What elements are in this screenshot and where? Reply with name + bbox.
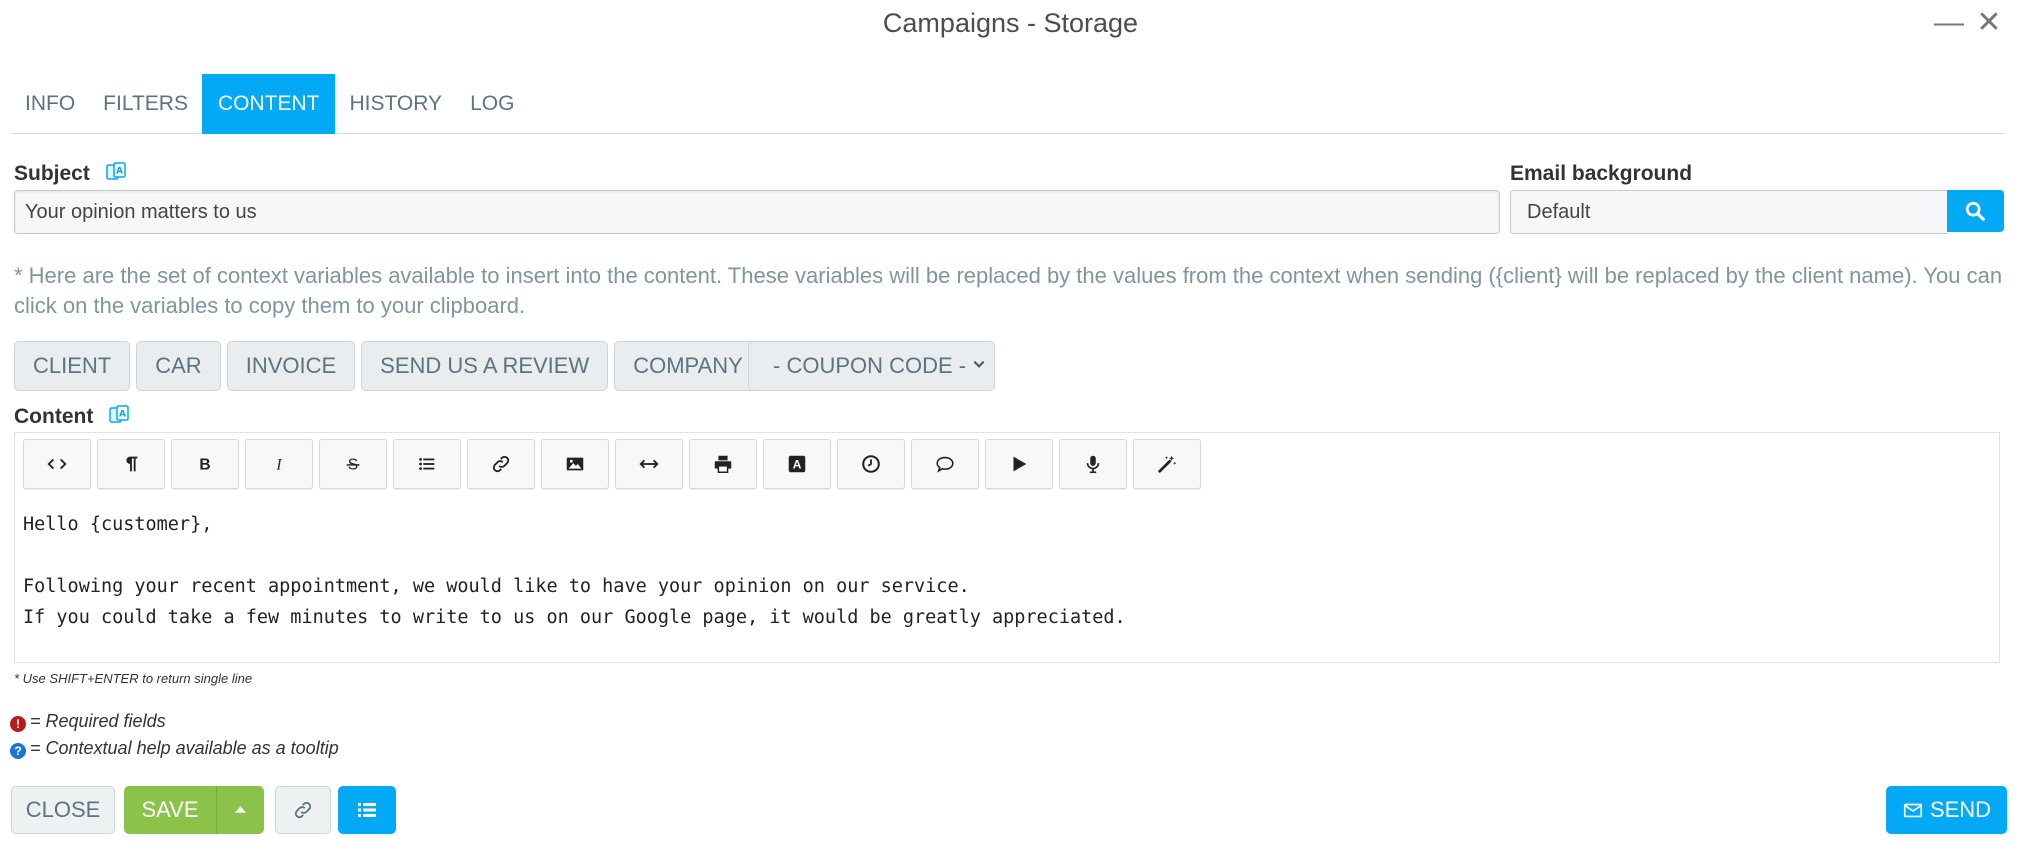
bold-button[interactable]: B <box>171 439 239 489</box>
required-icon: ! <box>10 716 26 732</box>
comment-button[interactable] <box>911 439 979 489</box>
coupon-code-value: - COUPON CODE - <box>773 353 967 378</box>
save-options-button[interactable] <box>216 786 264 834</box>
email-background-label: Email background <box>1510 162 1693 185</box>
send-button-label: SEND <box>1929 797 1992 822</box>
paragraph-button[interactable] <box>97 439 165 489</box>
variable-client-button[interactable]: CLIENT <box>14 341 131 391</box>
play-button[interactable] <box>985 439 1053 489</box>
chevron-down-icon <box>972 342 986 390</box>
close-button[interactable]: CLOSE <box>11 786 115 834</box>
legend-required-text: = Required fields <box>30 711 166 731</box>
svg-text:A: A <box>793 458 802 472</box>
italic-button[interactable]: I <box>245 439 313 489</box>
play-icon <box>1013 456 1027 472</box>
microphone-button[interactable] <box>1059 439 1127 489</box>
clock-button[interactable] <box>837 439 905 489</box>
variable-invoice-button[interactable]: INVOICE <box>226 341 356 391</box>
subject-input[interactable] <box>14 190 1500 234</box>
strikethrough-icon: S <box>346 457 360 474</box>
magic-wand-icon <box>1158 455 1177 473</box>
font-button[interactable]: A <box>763 439 831 489</box>
legend-help-text: = Contextual help available as a tooltip <box>30 738 339 758</box>
svg-text:A: A <box>119 410 126 420</box>
magic-wand-button[interactable] <box>1133 439 1201 489</box>
minimize-icon[interactable]: — <box>1934 8 1964 38</box>
strikethrough-button[interactable]: S <box>319 439 387 489</box>
image-button[interactable] <box>541 439 609 489</box>
list-button[interactable] <box>393 439 461 489</box>
envelope-icon <box>1903 803 1923 818</box>
paragraph-icon <box>126 456 138 472</box>
context-variables-help: * Here are the set of context variables … <box>14 263 2003 318</box>
caret-up-icon <box>235 806 246 813</box>
tab-log[interactable]: LOG <box>456 74 528 134</box>
editor-body[interactable]: Hello {customer}, Following your recent … <box>23 509 1126 633</box>
tab-filters[interactable]: FILTERS <box>89 74 202 134</box>
tab-history[interactable]: HISTORY <box>335 74 456 134</box>
list-icon <box>419 458 435 470</box>
code-view-button[interactable] <box>23 439 91 489</box>
print-icon <box>714 455 732 473</box>
send-button[interactable]: SEND <box>1886 786 2007 834</box>
horizontal-rule-button[interactable] <box>615 439 683 489</box>
variable-car-button[interactable]: CAR <box>136 341 221 391</box>
subject-label-group: Subject A <box>14 162 126 186</box>
bold-icon: B <box>199 457 210 474</box>
clock-icon <box>862 455 880 473</box>
legend-help: ? = Contextual help available as a toolti… <box>10 738 339 759</box>
editor-toolbar: B I S A <box>23 439 1201 489</box>
link-icon <box>492 455 510 473</box>
svg-text:I: I <box>275 457 282 474</box>
close-icon[interactable]: ✕ <box>1974 8 2004 38</box>
comment-icon <box>936 456 954 473</box>
code-view-icon <box>47 458 67 470</box>
tab-info[interactable]: INFO <box>11 74 89 134</box>
subject-label: Subject <box>14 162 90 185</box>
window-title: Campaigns - Storage <box>882 8 1139 38</box>
email-background-select[interactable]: Default <box>1510 190 1948 234</box>
translate-icon[interactable]: A <box>109 405 129 425</box>
content-label-group: Content A <box>14 405 129 429</box>
svg-text:B: B <box>199 457 210 474</box>
image-icon <box>566 457 584 471</box>
context-variables: CLIENT CAR INVOICE SEND US A REVIEW COMP… <box>14 341 762 391</box>
copy-link-button[interactable] <box>275 786 331 834</box>
horizontal-rule-icon <box>639 459 659 469</box>
content-label: Content <box>14 405 94 428</box>
variable-send-review-button[interactable]: SEND US A REVIEW <box>361 341 609 391</box>
list-view-button[interactable] <box>338 786 396 834</box>
variable-company-button[interactable]: COMPANY <box>614 341 762 391</box>
link-button[interactable] <box>467 439 535 489</box>
legend-required: ! = Required fields <box>10 711 166 732</box>
translate-icon[interactable]: A <box>105 162 126 182</box>
search-icon <box>1965 201 1985 221</box>
list-icon <box>358 803 376 817</box>
tab-content[interactable]: CONTENT <box>201 74 336 134</box>
coupon-code-select[interactable]: - COUPON CODE - <box>748 341 995 391</box>
italic-icon: I <box>275 457 282 474</box>
title-bar: Campaigns - Storage — ✕ <box>0 0 2021 48</box>
svg-text:A: A <box>116 167 123 177</box>
help-icon: ? <box>10 743 26 759</box>
print-button[interactable] <box>689 439 757 489</box>
microphone-icon <box>1086 455 1100 474</box>
tab-bar: INFO FILTERS CONTENT HISTORY LOG <box>11 74 2005 134</box>
link-icon <box>294 801 312 819</box>
shift-enter-note: * Use SHIFT+ENTER to return single line <box>14 671 253 686</box>
email-background-search-button[interactable] <box>1947 190 2004 232</box>
save-button[interactable]: SAVE <box>124 786 216 834</box>
font-icon: A <box>788 455 806 473</box>
content-editor[interactable]: B I S A Hello {customer}, Following your… <box>14 432 2000 663</box>
